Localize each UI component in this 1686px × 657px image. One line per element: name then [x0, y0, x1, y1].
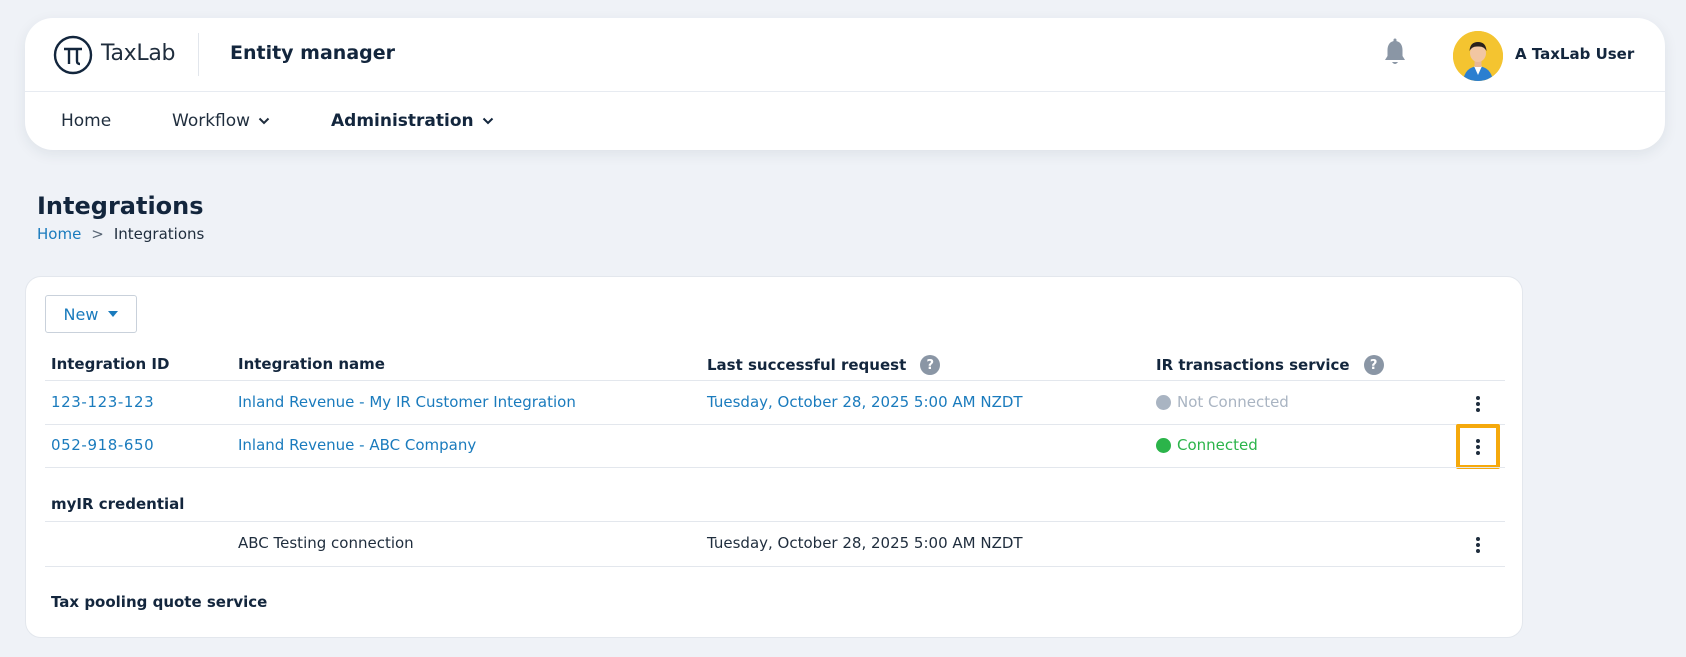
status-text: Connected [1177, 436, 1258, 454]
column-header-label: IR transactions service [1156, 356, 1350, 374]
user-name[interactable]: A TaxLab User [1515, 45, 1634, 63]
section-heading-tax-pooling: Tax pooling quote service [51, 593, 268, 611]
status-dot-icon [1156, 394, 1171, 410]
user-avatar-icon [1453, 31, 1503, 81]
nav-home-label: Home [61, 111, 112, 131]
breadcrumb-current: Integrations [113, 225, 205, 243]
divider [45, 467, 1505, 468]
integration-id-link[interactable]: 052-918-650 [51, 436, 154, 454]
new-dropdown-button[interactable]: New [45, 295, 137, 333]
page-title: Integrations [37, 192, 204, 220]
row-actions-menu-icon[interactable] [1468, 535, 1488, 555]
top-bar: TaxLab Entity manager A TaxLab User [25, 18, 1665, 92]
new-button-label: New [63, 304, 99, 324]
column-header-last-request: Last successful request ? [707, 355, 941, 375]
app-title: Entity manager [230, 42, 396, 64]
help-icon[interactable]: ? [920, 355, 941, 375]
status-text: Not Connected [1177, 393, 1289, 411]
integration-id-link[interactable]: 123-123-123 [51, 393, 154, 411]
row-actions-menu-icon[interactable] [1468, 437, 1488, 457]
divider [45, 424, 1505, 425]
integrations-card: New Integration ID Integration name Last… [25, 276, 1523, 638]
divider [45, 521, 1505, 522]
nav-workflow[interactable]: Workflow [172, 111, 270, 131]
header-divider [198, 33, 199, 76]
brand-name: TaxLab [101, 41, 176, 66]
credential-name: ABC Testing connection [238, 534, 414, 552]
credential-last-request: Tuesday, October 28, 2025 5:00 AM NZDT [707, 534, 1023, 552]
column-header-label: Last successful request [707, 356, 907, 374]
caret-down-icon [108, 311, 119, 317]
chevron-down-icon [482, 117, 493, 125]
chevron-down-icon [258, 117, 270, 125]
help-icon[interactable]: ? [1363, 355, 1384, 375]
status-badge: Connected [1156, 436, 1258, 454]
nav-workflow-label: Workflow [172, 111, 251, 131]
notifications-bell-icon[interactable] [1382, 38, 1408, 68]
section-heading-myir-credential: myIR credential [51, 495, 185, 513]
integration-name-link[interactable]: Inland Revenue - My IR Customer Integrat… [238, 393, 576, 411]
status-badge: Not Connected [1156, 393, 1289, 411]
nav-home[interactable]: Home [61, 111, 111, 131]
last-request-link[interactable]: Tuesday, October 28, 2025 5:00 AM NZDT [707, 393, 1023, 411]
column-header-integration-name: Integration name [238, 355, 385, 373]
divider [45, 380, 1505, 381]
breadcrumb-separator: > [91, 225, 104, 243]
nav-administration[interactable]: Administration [331, 111, 494, 131]
breadcrumb: Home > Integrations [37, 225, 204, 243]
nav-administration-label: Administration [331, 111, 474, 131]
integration-name-link[interactable]: Inland Revenue - ABC Company [238, 436, 476, 454]
column-header-ir-service: IR transactions service ? [1156, 355, 1384, 375]
column-header-label: Integration ID [51, 355, 170, 373]
status-dot-icon [1156, 437, 1171, 453]
divider [45, 566, 1505, 567]
column-header-label: Integration name [238, 355, 385, 373]
breadcrumb-home-link[interactable]: Home [37, 225, 81, 243]
taxlab-logo-icon[interactable] [53, 35, 93, 75]
user-avatar[interactable] [1453, 31, 1503, 81]
header: TaxLab Entity manager A TaxLab User Home… [25, 18, 1665, 150]
row-actions-menu-icon[interactable] [1468, 394, 1488, 414]
column-header-integration-id: Integration ID [51, 355, 169, 373]
